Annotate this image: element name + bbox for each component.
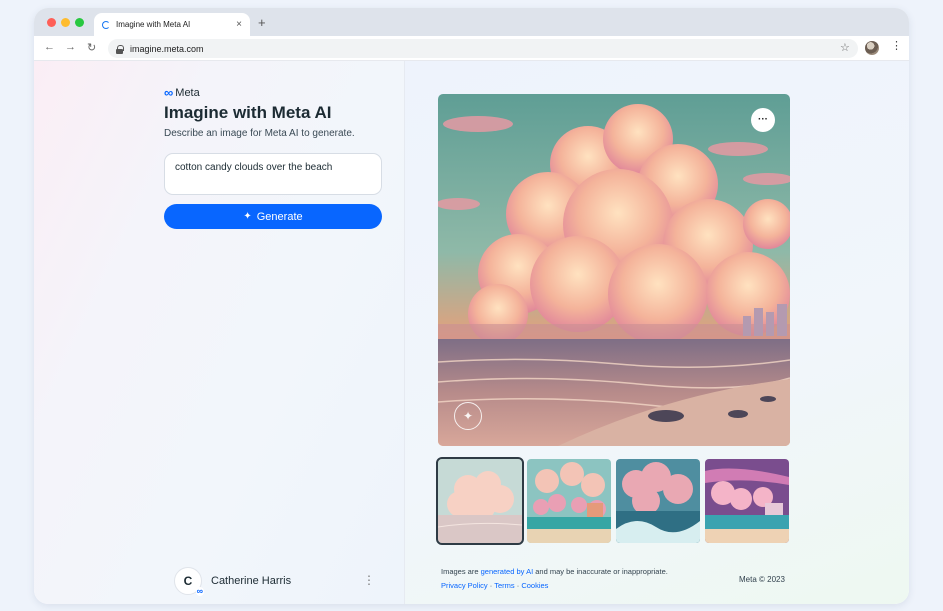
- thumbnail-1[interactable]: [436, 457, 524, 545]
- profile-avatar-icon[interactable]: [865, 41, 879, 55]
- meta-logo[interactable]: ∞ Meta: [164, 86, 200, 99]
- thumbnail-1-art: [438, 459, 522, 543]
- avatar: C ∞: [174, 567, 204, 596]
- generated-image-art: [438, 94, 790, 446]
- meta-infinity-icon: ∞: [164, 85, 174, 100]
- footer-links: Privacy Policy · Terms · Cookies: [441, 581, 548, 590]
- page-content: ∞ Meta Imagine with Meta AI Describe an …: [34, 61, 909, 604]
- disclaimer-prefix: Images are: [441, 567, 481, 576]
- meta-logo-text: Meta: [175, 86, 200, 99]
- url-field[interactable]: imagine.meta.com: [108, 39, 858, 58]
- privacy-policy-link[interactable]: Privacy Policy: [441, 581, 488, 590]
- user-profile[interactable]: C ∞ Catherine Harris: [174, 566, 374, 596]
- thumbnail-3[interactable]: [616, 459, 700, 543]
- maximize-window-button[interactable]: [75, 18, 84, 27]
- sparkle-icon: ✦: [243, 211, 252, 222]
- thumbnail-2[interactable]: [527, 459, 611, 543]
- page-title: Imagine with Meta AI: [164, 103, 332, 122]
- browser-menu-icon[interactable]: ⋮: [891, 41, 902, 52]
- forward-icon[interactable]: →: [65, 41, 76, 53]
- bookmark-star-icon[interactable]: ☆: [840, 41, 850, 54]
- terms-link[interactable]: Terms: [494, 581, 514, 590]
- prompt-panel: ∞ Meta Imagine with Meta AI Describe an …: [34, 61, 405, 604]
- url-text: imagine.meta.com: [130, 43, 204, 54]
- avatar-initial: C: [183, 574, 193, 588]
- cookies-link[interactable]: Cookies: [521, 581, 548, 590]
- generate-button[interactable]: ✦ Generate: [164, 204, 382, 229]
- user-name: Catherine Harris: [211, 575, 292, 587]
- imagined-with-ai-watermark-icon: ✦: [454, 402, 482, 430]
- tab-bar: Imagine with Meta AI × +: [34, 8, 909, 36]
- disclaimer-suffix: and may be inaccurate or inappropriate.: [533, 567, 668, 576]
- copyright: Meta © 2023: [739, 575, 785, 584]
- generate-label: Generate: [256, 210, 303, 223]
- reload-icon[interactable]: ↻: [87, 41, 96, 54]
- tab-close-icon[interactable]: ×: [236, 19, 242, 30]
- thumbnail-2-art: [527, 459, 611, 543]
- thumbnail-4[interactable]: [705, 459, 789, 543]
- browser-tab[interactable]: Imagine with Meta AI ×: [94, 13, 250, 36]
- page-subtitle: Describe an image for Meta AI to generat…: [164, 128, 355, 139]
- generated-by-ai-link[interactable]: generated by AI: [481, 567, 534, 576]
- browser-window: Imagine with Meta AI × + ← → ↻ imagine.m…: [34, 8, 909, 604]
- back-icon[interactable]: ←: [44, 41, 55, 53]
- thumbnail-3-art: [616, 459, 700, 543]
- new-tab-button[interactable]: +: [258, 15, 266, 30]
- image-thumbnails: [436, 457, 790, 545]
- address-bar: ← → ↻ imagine.meta.com ☆ ⋮: [34, 36, 909, 61]
- result-panel: ··· ✦ Images are generated by AI and may…: [405, 61, 909, 604]
- tab-title: Imagine with Meta AI: [116, 20, 191, 29]
- more-options-button[interactable]: ···: [751, 108, 775, 132]
- thumbnail-4-art: [705, 459, 789, 543]
- loading-icon: [102, 20, 110, 29]
- lock-icon: [116, 44, 124, 54]
- close-window-button[interactable]: [47, 18, 56, 27]
- prompt-input[interactable]: [164, 153, 382, 195]
- meta-badge-icon: ∞: [195, 586, 204, 596]
- generated-image[interactable]: ··· ✦: [438, 94, 790, 446]
- user-more-icon[interactable]: ⋮: [363, 574, 375, 586]
- ai-disclaimer: Images are generated by AI and may be in…: [441, 567, 668, 576]
- minimize-window-button[interactable]: [61, 18, 70, 27]
